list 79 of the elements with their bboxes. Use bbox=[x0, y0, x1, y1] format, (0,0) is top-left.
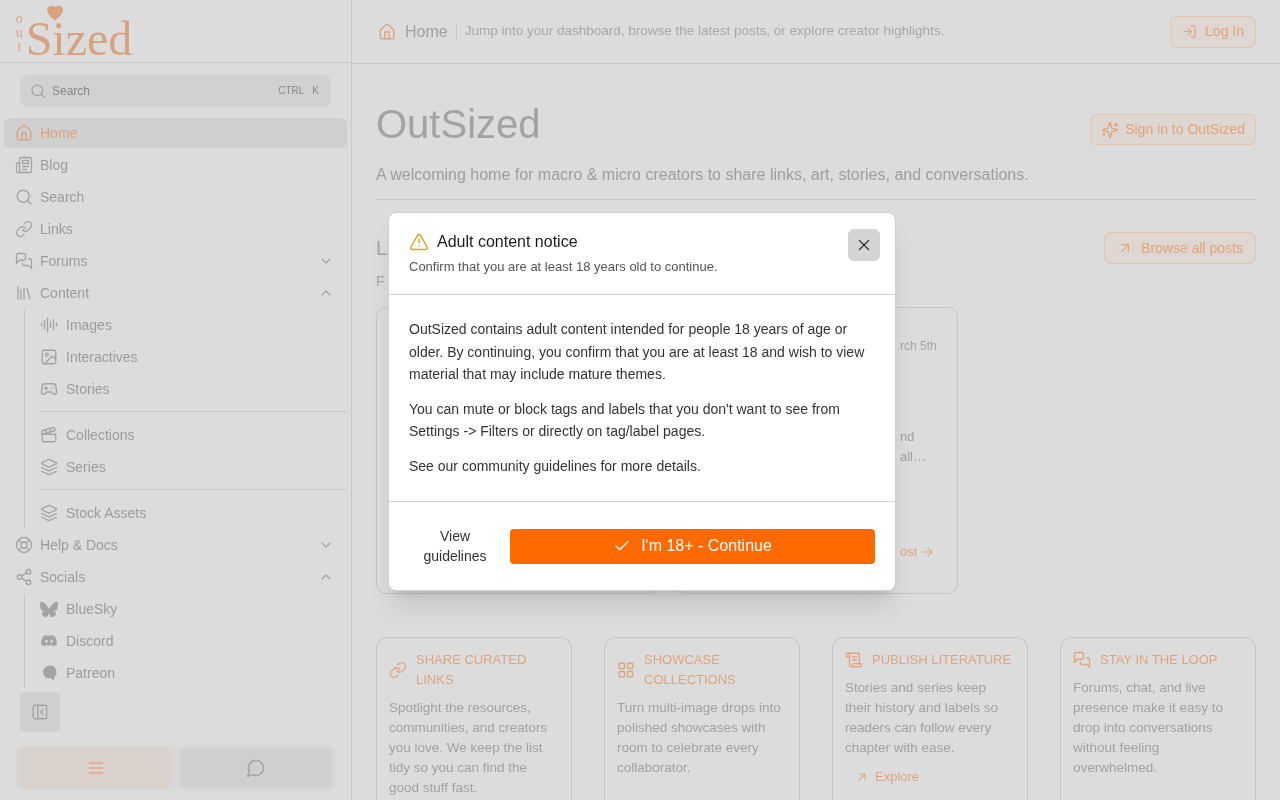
log-in-icon bbox=[1182, 24, 1198, 39]
image-icon bbox=[40, 348, 58, 366]
newspaper-icon bbox=[15, 156, 33, 174]
dialog-title: Adult content notice bbox=[437, 232, 578, 252]
dialog-paragraph: OutSized contains adult content intended for people 18 years of age or older. By continuing, you confirm that you are at least 18 and wish to view material that may include mature themes. bbox=[409, 320, 866, 384]
logo-wordmark: Sized bbox=[25, 20, 133, 57]
post-excerpt: nd bbox=[900, 428, 915, 446]
sidebar-nav-item[interactable]: BlueSky bbox=[40, 594, 347, 624]
link-icon bbox=[389, 661, 407, 679]
lifebuoy-icon bbox=[15, 536, 33, 554]
sidebar-nav-item[interactable]: Stories bbox=[40, 374, 347, 404]
panel-collapse-icon bbox=[31, 703, 49, 721]
collapse-sidebar-button[interactable] bbox=[20, 692, 60, 732]
gamepad-icon bbox=[40, 380, 58, 398]
dialog-paragraph: See our community guidelines for more details. bbox=[409, 456, 702, 476]
menu-tab[interactable] bbox=[20, 748, 171, 788]
feature-description: Spotlight the resources, communities, and creators you love. We keep the list tidy so you can find the good stuff fast. bbox=[389, 699, 549, 797]
sign-in-button[interactable]: Sign in to OutSized bbox=[1090, 114, 1256, 145]
post-excerpt: all… bbox=[900, 448, 926, 466]
search-icon bbox=[30, 83, 46, 99]
dialog-paragraph: You can mute or block tags and labels that you don't want to see from Settings -> Filters or directly on tag/label pages. bbox=[409, 399, 841, 441]
shortcut-key: K bbox=[312, 84, 319, 98]
sidebar-nav-item[interactable]: Search bbox=[4, 182, 347, 212]
books-icon bbox=[15, 284, 33, 302]
chat-bubbles-icon bbox=[1073, 651, 1091, 669]
sidebar-nav-item[interactable]: Content bbox=[4, 278, 347, 308]
logo-prefix: out bbox=[15, 11, 24, 54]
share-icon bbox=[15, 568, 33, 586]
feature-description: Stories and series keep their history and labels so readers can follow every chapter with ease. bbox=[845, 679, 1000, 757]
feature-description: Turn multi-image drops into polished showcases with room to celebrate every collaborator. bbox=[617, 699, 782, 777]
feature-title: STAY IN THE LOOP bbox=[1100, 651, 1218, 669]
feature-title: SHARE CURATED LINKS bbox=[416, 651, 528, 689]
shortcut-key: CTRL bbox=[278, 84, 305, 98]
close-button[interactable] bbox=[848, 229, 880, 261]
read-post-link[interactable]: ost bbox=[900, 543, 936, 561]
sidebar-nav-item[interactable]: Discord bbox=[40, 626, 347, 656]
sidebar-nav-item[interactable]: Images bbox=[40, 310, 347, 340]
view-guidelines-button[interactable]: View guidelines bbox=[409, 526, 501, 566]
sidebar-nav-item[interactable]: Patreon bbox=[40, 658, 347, 688]
butterfly-icon bbox=[40, 600, 58, 618]
continue-button[interactable]: I'm 18+ - Continue bbox=[510, 528, 875, 564]
layers-icon bbox=[40, 458, 58, 476]
chat-tab[interactable] bbox=[180, 748, 331, 788]
sidebar-nav-item[interactable]: Help & Docs bbox=[4, 530, 347, 560]
sidebar-nav-item[interactable]: Interactives bbox=[40, 342, 347, 372]
hero-subtitle: A welcoming home for macro & micro creators to share links, art, stories, and conversations. bbox=[376, 165, 1029, 185]
sidebar-nav-item[interactable]: Blog bbox=[4, 150, 347, 180]
search-icon bbox=[15, 188, 33, 206]
waveform-icon bbox=[40, 316, 58, 334]
feature-title: SHOWCASE COLLECTIONS bbox=[644, 651, 737, 689]
page-title: Home bbox=[405, 21, 448, 42]
warning-icon bbox=[409, 232, 429, 252]
section-heading: L bbox=[376, 236, 388, 261]
home-icon bbox=[378, 22, 396, 41]
hero-title: OutSized bbox=[376, 101, 541, 148]
sidebar-nav-item[interactable]: Stock Assets bbox=[40, 498, 347, 528]
dialog-subtitle: Confirm that you are at least 18 years old to continue. bbox=[409, 258, 719, 276]
browse-all-posts-button[interactable]: Browse all posts bbox=[1104, 232, 1256, 264]
scroll-icon bbox=[845, 651, 863, 669]
speech-bubble-icon bbox=[40, 664, 58, 682]
clapperboard-icon bbox=[40, 426, 58, 444]
arrow-right-icon bbox=[921, 545, 936, 559]
sidebar-nav-item[interactable]: Series bbox=[40, 452, 347, 482]
chat-icon bbox=[245, 758, 266, 778]
log-in-button[interactable]: Log In bbox=[1170, 15, 1256, 48]
home-icon bbox=[15, 124, 33, 142]
sidebar-nav-item[interactable]: Links bbox=[4, 214, 347, 244]
feature-title: PUBLISH LITERATURE bbox=[872, 651, 1012, 669]
sidebar-nav-item[interactable]: Socials bbox=[4, 562, 347, 592]
sidebar-nav-item[interactable]: Collections bbox=[40, 420, 347, 450]
chat-bubbles-icon bbox=[15, 252, 33, 270]
link-icon bbox=[15, 220, 33, 238]
sidebar-nav-item[interactable]: Home bbox=[4, 118, 347, 148]
layers-icon bbox=[40, 504, 58, 522]
sidebar-nav-item[interactable]: Forums bbox=[4, 246, 347, 276]
sparkles-icon bbox=[1101, 120, 1120, 139]
feature-description: Forums, chat, and live presence make it easy to drop into conversations without feeling overwhelmed. bbox=[1073, 679, 1225, 777]
grid-icon bbox=[617, 661, 635, 679]
explore-link[interactable]: Explore bbox=[855, 768, 920, 786]
